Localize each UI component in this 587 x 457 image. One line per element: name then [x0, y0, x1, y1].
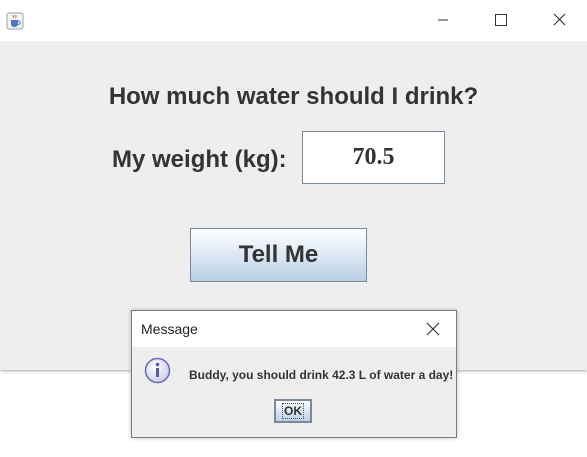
java-cup-icon [6, 12, 24, 30]
screen: How much water should I drink? My weight… [0, 0, 587, 457]
minimize-button[interactable] [414, 0, 472, 41]
weight-label: My weight (kg): [112, 146, 287, 173]
dialog-message: Buddy, you should drink 42.3 L of water … [189, 368, 454, 382]
maximize-button[interactable] [472, 0, 530, 41]
ok-button[interactable]: OK [274, 399, 312, 423]
close-window-button[interactable] [530, 0, 587, 41]
dialog-titlebar[interactable]: Message [132, 311, 456, 347]
ok-label: OK [282, 403, 304, 419]
tell-me-button[interactable]: Tell Me [190, 228, 367, 282]
window-titlebar[interactable] [0, 0, 587, 41]
close-icon [426, 321, 440, 340]
question-heading: How much water should I drink? [108, 83, 479, 110]
weight-input[interactable] [302, 131, 445, 184]
dialog-close-button[interactable] [422, 319, 444, 341]
info-icon [144, 357, 171, 384]
dialog-title: Message [141, 321, 198, 337]
close-icon [553, 11, 566, 30]
maximize-icon [495, 11, 507, 30]
minimize-icon [437, 11, 449, 30]
message-dialog: Message Buddy, you should drink 42.3 L o… [131, 310, 457, 438]
